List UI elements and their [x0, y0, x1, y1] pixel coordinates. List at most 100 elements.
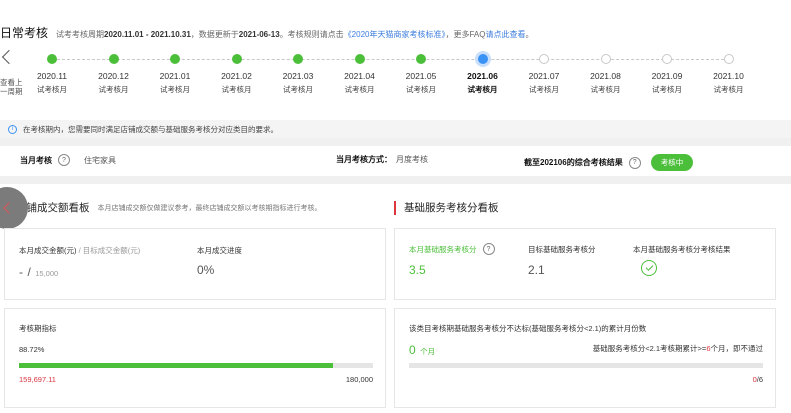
question-icon[interactable]: ?: [482, 243, 495, 255]
timeline-dot[interactable]: [477, 54, 488, 64]
timeline-month-label[interactable]: 2020.11: [27, 71, 77, 81]
desc-prefix: 试考考核周期: [56, 30, 105, 39]
page-title: 日常考核: [0, 26, 49, 40]
timeline-dot[interactable]: [600, 54, 611, 64]
fail-ratio-total: /6: [756, 375, 763, 384]
desc-rule: 。考核规则请点击: [279, 30, 344, 39]
timeline-dot[interactable]: [47, 54, 57, 64]
timeline-month-label[interactable]: 2021.02: [212, 71, 262, 81]
current-value: 159,697.11: [19, 375, 56, 384]
summary-bar: 当月考核 ? 住宅家具 当月考核方式： 月度考核 截至202106的综合考核结果…: [0, 146, 791, 176]
amount-slash: /: [27, 265, 31, 279]
target-score-value: 2.1: [528, 263, 545, 277]
amount-value-row: - / 15,000: [19, 263, 58, 281]
result-label: 截至202106的综合考核结果: [524, 158, 623, 167]
target-total: 180,000: [345, 375, 373, 384]
period-progress-fill: [19, 363, 334, 368]
faq-link[interactable]: 请点此查看: [486, 30, 526, 39]
target-score-label: 目标基础服务考核分: [528, 245, 596, 254]
question-icon[interactable]: ?: [58, 154, 70, 166]
fail-months-unit: 个月: [420, 347, 436, 356]
result-item: 截至202106的综合考核结果 ? 考核中: [524, 154, 694, 171]
timeline-month-sub: 试考核月: [590, 85, 621, 94]
timeline-month-sub: 试考核月: [37, 85, 67, 94]
score-result-label: 本月基础服务考核分考核结果: [633, 245, 731, 254]
period-range: 2020.11.01 - 2021.10.31: [104, 30, 191, 39]
timeline-dot[interactable]: [170, 54, 180, 64]
sales-progress-value: 0%: [197, 263, 215, 277]
timeline-month-sub: 试考核月: [221, 85, 252, 94]
month-exam-item: 当月考核 ? 住宅家具: [20, 154, 116, 166]
period-metric-label: 考核期指标: [19, 324, 57, 333]
timeline-dot[interactable]: [416, 54, 426, 64]
fail-rule-text: 基础服务考核分<2.1考核期累计>=6个月，即不通过: [593, 343, 763, 354]
target-amount-label: / 目标成交金额(元): [78, 246, 141, 255]
category-value: 住宅家具: [84, 155, 116, 165]
timeline-month-label[interactable]: 2021.05: [396, 71, 446, 81]
left-section-note: 本月店铺成交额仅做建议参考，最终店铺成交额以考核期指标进行考核。: [97, 204, 322, 212]
notice-text: 在考核期内，您需要同时满足店铺成交额与基础服务考核分对应类目的要求。: [23, 124, 278, 134]
rule-link[interactable]: 《2020年天猫商家考核标准》: [344, 30, 446, 39]
timeline-dot[interactable]: [354, 54, 365, 64]
timeline-month-sub: 试考核月: [467, 85, 498, 94]
service-score-card: 本月基础服务考核分 ? 3.5 目标基础服务考核分 2.1 本月基础服务考核分考…: [394, 228, 776, 300]
fail-months-row: 0 个月: [409, 341, 435, 359]
check-circle-icon: [641, 260, 657, 276]
fail-months-value: 0: [409, 343, 416, 357]
timeline-month-sub: 试考核月: [652, 85, 682, 94]
header-row: 日常考核 试考考核周期2020.11.01 - 2021.10.31，数据更新于…: [0, 24, 534, 40]
prev-period-label: 查看上一周期: [0, 78, 23, 96]
timeline-month-sub: 试考核月: [406, 85, 436, 94]
fail-months-card: 该类目考核期基础服务考核分不达标(基础服务考核分<2.1)的累计月份数 0 个月…: [394, 308, 776, 408]
timeline-month-sub: 试考核月: [283, 85, 313, 94]
fail-rule-suffix: 个月，即不通过: [710, 344, 764, 353]
left-section-header: 店铺成交额看板 本月店铺成交额仅做建议参考，最终店铺成交额以考核期指标进行考核。: [6, 200, 322, 215]
chevron-left-icon: [3, 202, 15, 214]
fail-rule-prefix: 基础服务考核分<2.1考核期累计>=: [592, 344, 707, 353]
timeline-month-label[interactable]: 2021.09: [642, 71, 692, 81]
period-metric-card: 考核期指标 88.72% 159,697.11 180,000: [4, 308, 386, 408]
score-value: 3.5: [409, 263, 426, 277]
timeline-dot[interactable]: [231, 54, 242, 64]
method-value: 月度考核: [396, 155, 428, 164]
desc-end: 。: [525, 30, 534, 39]
sales-progress-label: 本月成交进度: [197, 246, 242, 255]
timeline-month-sub: 试考核月: [160, 85, 190, 94]
target-amount-value: 15,000: [35, 269, 59, 278]
timeline-month-label[interactable]: 2021.04: [335, 71, 385, 81]
timeline-month-label[interactable]: 2021.08: [581, 71, 631, 81]
timeline-dot[interactable]: [723, 54, 734, 64]
timeline-month-label[interactable]: 2021.07: [519, 71, 569, 81]
monthly-amount-label-row: 本月成交金额(元) / 目标成交金额(元): [19, 245, 140, 256]
header-description: 试考考核周期2020.11.01 - 2021.10.31，数据更新于2021-…: [56, 29, 533, 40]
timeline-dot[interactable]: [662, 54, 672, 64]
timeline-month-sub: 试考核月: [98, 85, 129, 94]
fail-ratio: 0/6: [753, 375, 763, 384]
desc-faq: ，更多FAQ: [445, 30, 486, 39]
right-section-header: 基础服务考核分看板: [394, 200, 499, 215]
timeline-month-sub: 试考核月: [713, 85, 744, 94]
timeline-month-label[interactable]: 2021.03: [273, 71, 323, 81]
period-percent: 88.72%: [19, 345, 45, 354]
notice-bar: i 在考核期内，您需要同时满足店铺成交额与基础服务考核分对应类目的要求。: [0, 120, 791, 138]
timeline-dot[interactable]: [108, 54, 119, 64]
score-label: 本月基础服务考核分: [409, 244, 477, 254]
info-icon: i: [8, 124, 17, 134]
timeline-month-label[interactable]: 2021.01: [150, 71, 200, 81]
timeline-month-label[interactable]: 2020.12: [89, 71, 139, 81]
question-icon[interactable]: ?: [628, 156, 641, 169]
month-exam-label: 当月考核: [20, 155, 52, 165]
desc-mid: ，数据更新于: [190, 30, 239, 39]
method-item: 当月考核方式： 月度考核: [336, 154, 428, 165]
timeline-month-label[interactable]: 2021.06: [458, 71, 508, 81]
method-label: 当月考核方式：: [336, 155, 392, 164]
monthly-sales-card: 本月成交金额(元) / 目标成交金额(元) - / 15,000 本月成交进度 …: [4, 228, 386, 300]
amount-value: -: [19, 265, 23, 279]
fail-months-label: 该类目考核期基础服务考核分不达标(基础服务考核分<2.1)的累计月份数: [409, 324, 647, 333]
timeline-month-sub: 试考核月: [529, 85, 559, 94]
timeline-month-label[interactable]: 2021.10: [704, 71, 754, 81]
timeline-dot[interactable]: [293, 54, 303, 64]
timeline-dot[interactable]: [539, 54, 549, 64]
fail-progress-bar: [409, 363, 763, 368]
prev-period-button[interactable]: 查看上一周期: [0, 46, 23, 102]
